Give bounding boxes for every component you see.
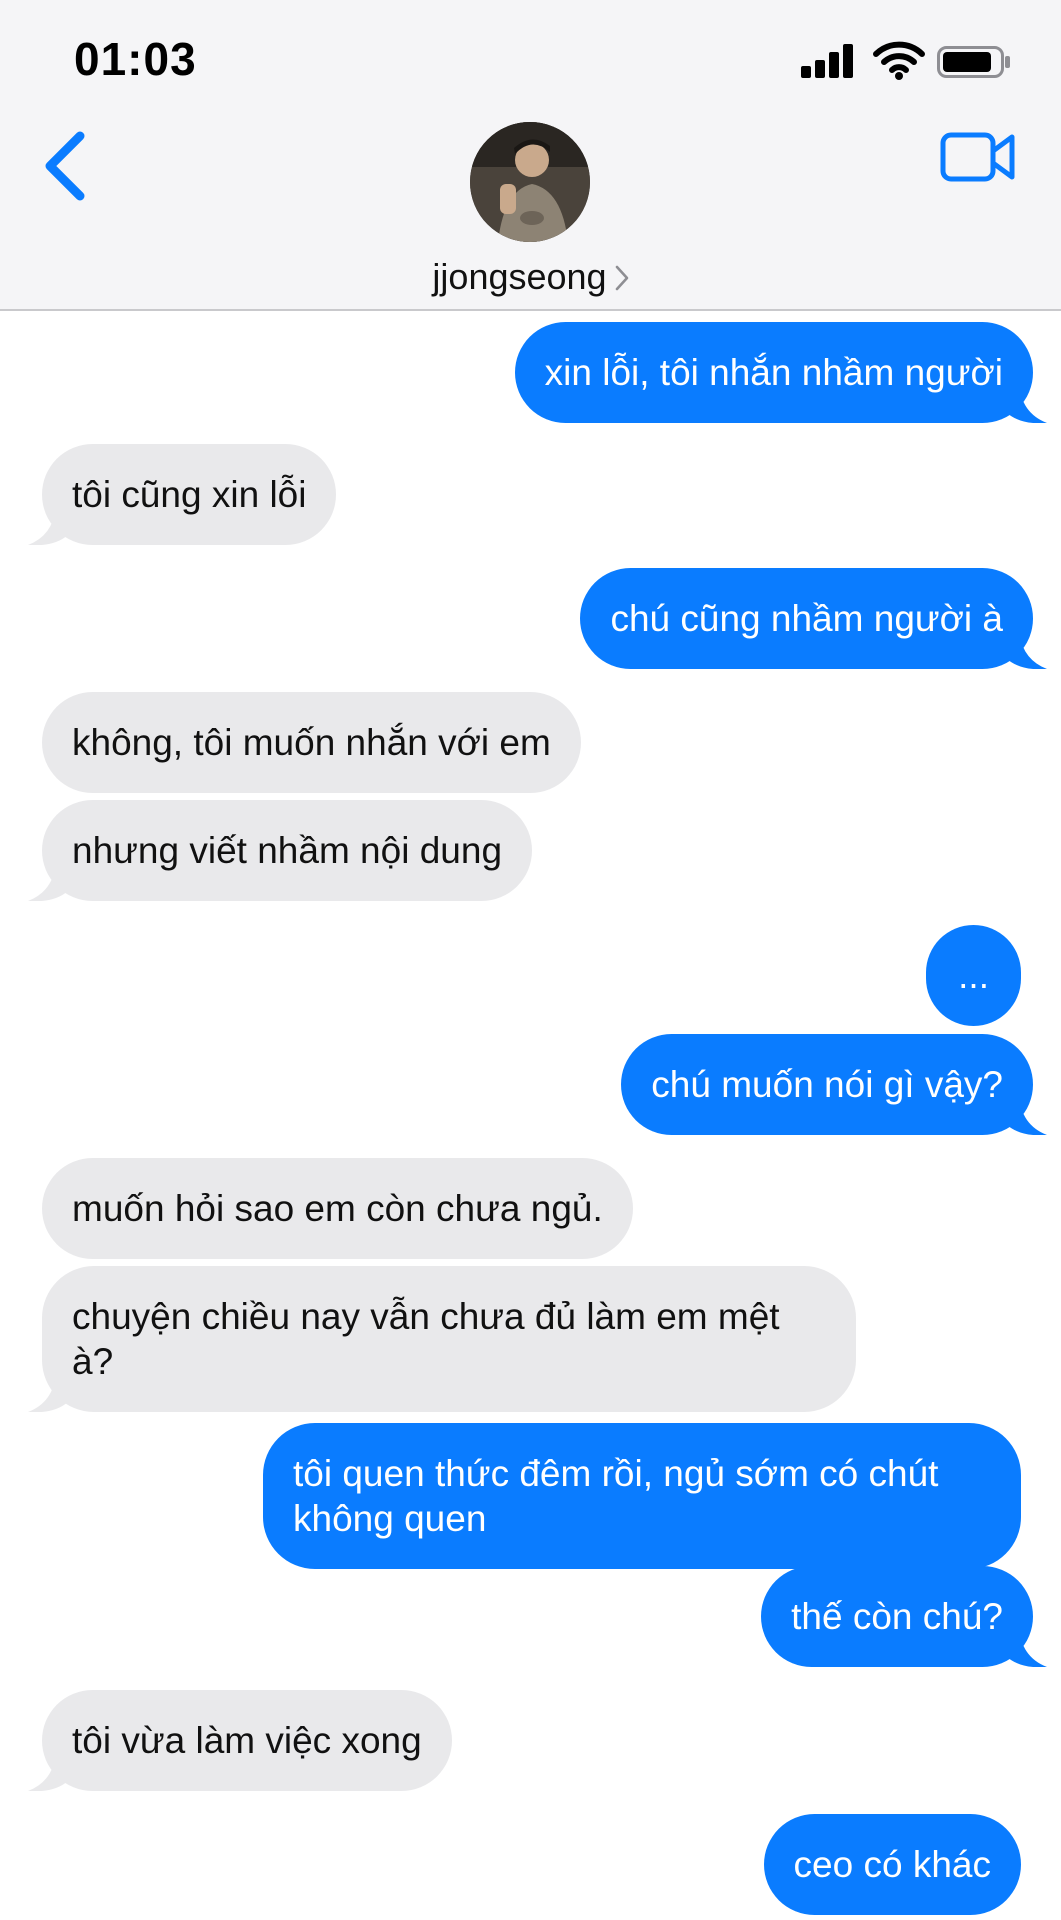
chevron-right-icon [615,265,628,291]
bubble-tail [1007,1095,1047,1135]
signal-icon [801,42,855,78]
message-bubble-outgoing[interactable]: tôi quen thức đêm rồi, ngủ sớm có chút k… [263,1423,1021,1569]
message-bubble-outgoing[interactable]: ... [926,925,1021,1026]
bubble-tail [28,1751,68,1791]
message-text: tôi cũng xin lỗi [72,474,307,515]
message-bubble-incoming[interactable]: tôi vừa làm việc xong [28,1690,452,1791]
message-text: tôi vừa làm việc xong [72,1720,422,1761]
message-bubble-outgoing[interactable]: chú muốn nói gì vậy? [621,1034,1047,1135]
bubble-tail [28,861,68,901]
bubble-tail [1007,629,1047,669]
message-bubble-incoming[interactable]: nhưng viết nhầm nội dung [28,800,533,901]
conversation-header: 01:03 jjongseong [0,0,1061,311]
message-bubble-incoming[interactable]: không, tôi muốn nhắn với em [42,692,581,793]
message-bubble-incoming[interactable]: tôi cũng xin lỗi [28,444,337,545]
bubble-tail [1007,1627,1047,1667]
message-bubble-incoming[interactable]: muốn hỏi sao em còn chưa ngủ. [42,1158,633,1259]
message-text: tôi quen thức đêm rồi, ngủ sớm có chút k… [293,1453,939,1539]
status-time: 01:03 [74,33,197,85]
chevron-left-icon[interactable] [40,128,90,204]
message-bubble-outgoing[interactable]: xin lỗi, tôi nhắn nhầm người [514,322,1047,423]
bubble-tail [28,1372,68,1412]
message-text: nhưng viết nhầm nội dung [72,830,503,871]
message-text: ceo có khác [793,1844,991,1885]
avatar-photo [470,122,590,242]
message-bubble-outgoing[interactable]: chú cũng nhầm người à [580,568,1047,669]
message-text: thế còn chú? [791,1596,1003,1637]
message-bubble-outgoing[interactable]: thế còn chú? [761,1566,1047,1667]
message-text: chú muốn nói gì vậy? [651,1064,1003,1105]
battery-icon [937,46,1010,78]
avatar[interactable] [470,122,590,242]
wifi-icon [873,41,925,80]
message-text: ... [958,955,989,996]
bubble-tail [1007,383,1047,423]
video-camera-icon[interactable] [940,130,1016,184]
message-text: muốn hỏi sao em còn chưa ngủ. [72,1188,603,1229]
message-text: xin lỗi, tôi nhắn nhầm người [544,352,1003,393]
message-bubble-incoming[interactable]: chuyện chiều nay vẫn chưa đủ làm em mệt … [28,1266,856,1412]
bubble-tail [28,505,68,545]
message-text: chú cũng nhầm người à [610,598,1003,639]
message-thread[interactable]: xin lỗi, tôi nhắn nhầm người tôi cũng xi… [0,311,1061,1920]
contact-name: jjongseong [432,256,607,297]
message-bubble-outgoing[interactable]: ceo có khác [763,1814,1021,1915]
message-text: không, tôi muốn nhắn với em [72,722,551,763]
message-text: chuyện chiều nay vẫn chưa đủ làm em mệt … [72,1296,780,1382]
contact-name-button[interactable]: jjongseong [0,256,1061,298]
